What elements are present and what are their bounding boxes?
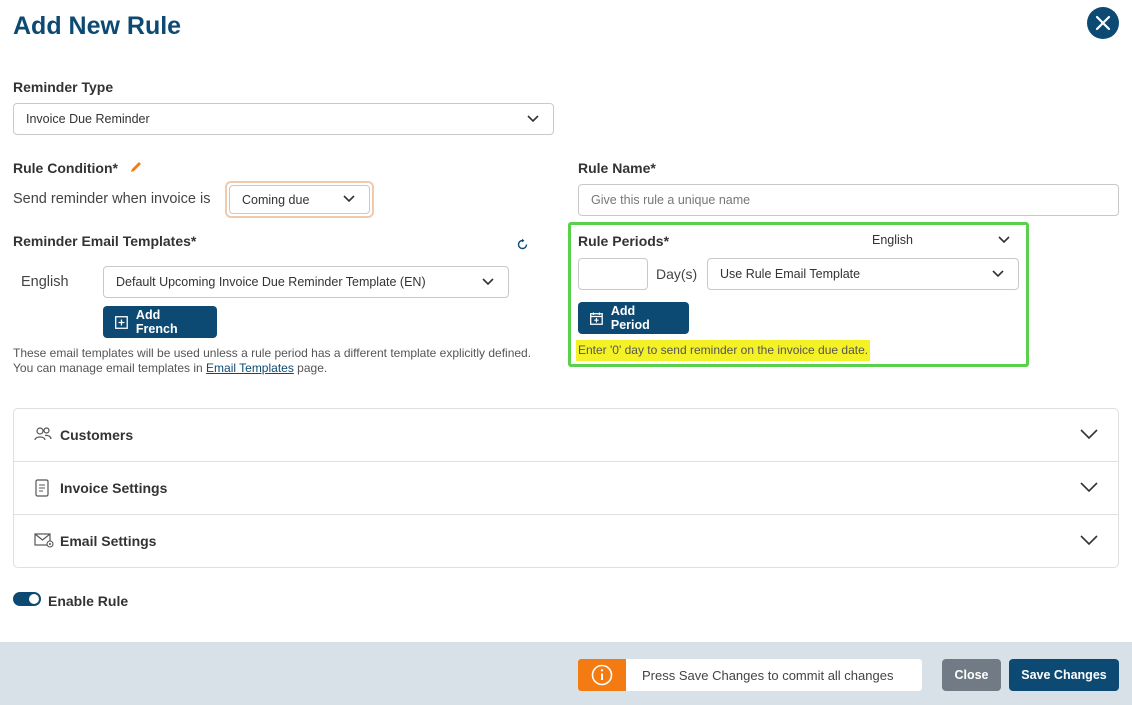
email-settings-icon (34, 533, 54, 548)
reminder-type-value: Invoice Due Reminder (26, 112, 150, 126)
email-templates-link[interactable]: Email Templates (206, 361, 294, 375)
rule-periods-hint: Enter '0' day to send reminder on the in… (576, 340, 871, 361)
chevron-down-icon (1080, 429, 1098, 440)
rule-condition-value: Coming due (242, 192, 310, 207)
add-period-label: Add Period (610, 304, 650, 332)
settings-accordion: Customers Invoice Settings Email Setting… (13, 408, 1119, 568)
email-settings-section-header[interactable]: Email Settings (14, 515, 1118, 568)
template-select[interactable]: Default Upcoming Invoice Due Reminder Te… (103, 266, 509, 298)
close-dialog-button[interactable] (1087, 7, 1119, 39)
chevron-down-icon (343, 195, 355, 203)
page-title: Add New Rule (13, 12, 182, 40)
add-french-button[interactable]: Add French (103, 306, 217, 338)
pencil-icon[interactable] (129, 160, 143, 174)
invoice-settings-section-label: Invoice Settings (60, 480, 168, 496)
rule-condition-select[interactable]: Coming due (229, 185, 370, 214)
chevron-down-icon (1080, 535, 1098, 546)
info-icon (591, 664, 613, 686)
rule-condition-sentence: Send reminder when invoice is (13, 191, 211, 207)
period-template-value: Use Rule Email Template (720, 267, 861, 281)
chevron-down-icon (527, 115, 539, 123)
refresh-icon[interactable] (516, 238, 529, 251)
rule-name-placeholder: Give this rule a unique name (591, 193, 751, 207)
period-template-select[interactable]: Use Rule Email Template (707, 258, 1019, 290)
customers-section-label: Customers (60, 427, 134, 443)
invoice-settings-section-header[interactable]: Invoice Settings (14, 462, 1118, 515)
add-square-icon (115, 315, 128, 329)
chevron-down-icon (992, 270, 1004, 278)
users-icon (34, 427, 52, 441)
save-changes-button[interactable]: Save Changes (1009, 659, 1119, 691)
email-templates-note: These email templates will be used unles… (13, 346, 533, 376)
customers-section-header[interactable]: Customers (14, 409, 1118, 462)
rule-name-input[interactable]: Give this rule a unique name (578, 184, 1119, 216)
close-icon (1095, 15, 1111, 31)
chevron-down-icon (482, 278, 494, 286)
calendar-add-icon (590, 312, 603, 325)
enable-rule-label: Enable Rule (48, 593, 129, 609)
email-settings-section-label: Email Settings (60, 533, 157, 549)
rule-periods-language-select[interactable]: English (872, 233, 913, 247)
add-period-button[interactable]: Add Period (578, 302, 689, 334)
note-text-end: page. (293, 361, 328, 375)
toggle-knob (29, 594, 39, 604)
rule-condition-label: Rule Condition* (13, 160, 118, 176)
rule-condition-highlight: Coming due (225, 181, 374, 218)
days-input[interactable] (578, 258, 648, 290)
info-icon-box (578, 659, 626, 691)
reminder-type-label: Reminder Type (13, 79, 114, 95)
email-templates-label: Reminder Email Templates* (13, 233, 197, 249)
close-button[interactable]: Close (942, 659, 1001, 691)
chevron-down-icon[interactable] (998, 236, 1010, 244)
unsaved-changes-text: Press Save Changes to commit all changes (642, 668, 894, 683)
reminder-type-select[interactable]: Invoice Due Reminder (13, 103, 554, 135)
add-french-label: Add French (135, 308, 178, 336)
document-icon (35, 479, 49, 497)
rule-name-label: Rule Name* (578, 160, 656, 176)
days-label: Day(s) (656, 266, 698, 282)
template-language-label: English (21, 274, 69, 290)
enable-rule-toggle[interactable] (13, 592, 41, 606)
chevron-down-icon (1080, 482, 1098, 493)
rule-periods-label: Rule Periods* (578, 233, 670, 249)
unsaved-changes-notice: Press Save Changes to commit all changes (578, 659, 922, 691)
template-value: Default Upcoming Invoice Due Reminder Te… (116, 275, 426, 289)
